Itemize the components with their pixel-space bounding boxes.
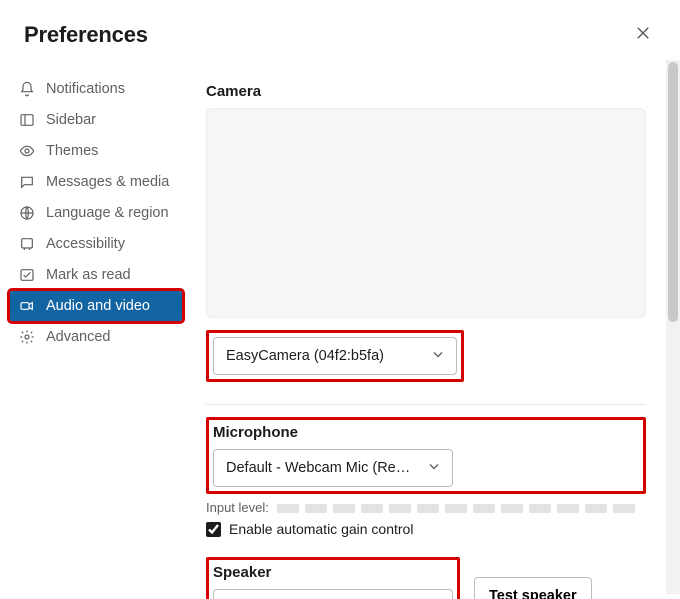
scrollbar[interactable]: [666, 60, 680, 594]
sidebar-item-label: Audio and video: [46, 298, 150, 314]
video-icon: [18, 297, 36, 315]
sidebar-item-accessibility[interactable]: Accessibility: [10, 229, 182, 259]
auto-gain-label: Enable automatic gain control: [229, 521, 413, 537]
sidebar-item-label: Advanced: [46, 329, 111, 345]
sidebar-item-messages-media[interactable]: Messages & media: [10, 167, 182, 197]
input-level-label: Input level:: [206, 500, 269, 515]
speaker-select[interactable]: Default - Speakers (Realtek(R) Audio): [213, 589, 453, 599]
sidebar-item-label: Accessibility: [46, 236, 125, 252]
close-button[interactable]: [630, 20, 656, 49]
accessibility-icon: [18, 235, 36, 253]
camera-preview: [206, 108, 646, 318]
speaker-section-label: Speaker: [213, 564, 453, 581]
sidebar-item-audio-video[interactable]: Audio and video: [10, 291, 182, 321]
sidebar-item-advanced[interactable]: Advanced: [10, 322, 182, 352]
camera-section-label: Camera: [206, 83, 646, 100]
sidebar-item-label: Mark as read: [46, 267, 131, 283]
input-level-meter: [277, 504, 635, 513]
dialog-title: Preferences: [24, 22, 148, 48]
sidebar-item-label: Sidebar: [46, 112, 96, 128]
chevron-down-icon: [430, 347, 446, 366]
divider: [206, 404, 646, 405]
test-speaker-button[interactable]: Test speaker: [474, 577, 592, 599]
dialog-header: Preferences: [0, 0, 680, 65]
sidebar-item-label: Messages & media: [46, 174, 169, 190]
sidebar-item-mark-as-read[interactable]: Mark as read: [10, 260, 182, 290]
chevron-down-icon: [426, 459, 442, 478]
sidebar-item-label: Notifications: [46, 81, 125, 97]
input-level-row: Input level:: [206, 500, 646, 515]
bell-icon: [18, 80, 36, 98]
auto-gain-checkbox[interactable]: [206, 522, 221, 537]
sidebar-item-language-region[interactable]: Language & region: [10, 198, 182, 228]
close-icon: [634, 24, 652, 45]
main-panel: Camera EasyCamera (04f2:b5fa) Microphone…: [190, 65, 680, 599]
sidebar-item-label: Language & region: [46, 205, 169, 221]
microphone-highlight: Microphone Default - Webcam Mic (Realtek…: [206, 417, 646, 494]
microphone-select-value: Default - Webcam Mic (Realtek(R) A...: [226, 460, 416, 476]
globe-icon: [18, 204, 36, 222]
message-icon: [18, 173, 36, 191]
camera-select-value: EasyCamera (04f2:b5fa): [226, 348, 384, 364]
camera-select[interactable]: EasyCamera (04f2:b5fa): [213, 337, 457, 375]
camera-select-highlight: EasyCamera (04f2:b5fa): [206, 330, 464, 382]
microphone-section-label: Microphone: [213, 424, 639, 441]
sidebar-item-themes[interactable]: Themes: [10, 136, 182, 166]
gear-icon: [18, 328, 36, 346]
scrollbar-thumb[interactable]: [668, 62, 678, 322]
sidebar-item-sidebar[interactable]: Sidebar: [10, 105, 182, 135]
dialog-body: Notifications Sidebar Themes Messages & …: [0, 65, 680, 599]
check-icon: [18, 266, 36, 284]
eye-icon: [18, 142, 36, 160]
sidebar-item-notifications[interactable]: Notifications: [10, 74, 182, 104]
auto-gain-row[interactable]: Enable automatic gain control: [206, 521, 646, 537]
microphone-select[interactable]: Default - Webcam Mic (Realtek(R) A...: [213, 449, 453, 487]
sidebar-icon: [18, 111, 36, 129]
speaker-highlight: Speaker Default - Speakers (Realtek(R) A…: [206, 557, 460, 599]
sidebar-item-label: Themes: [46, 143, 98, 159]
preferences-sidebar: Notifications Sidebar Themes Messages & …: [0, 65, 190, 599]
